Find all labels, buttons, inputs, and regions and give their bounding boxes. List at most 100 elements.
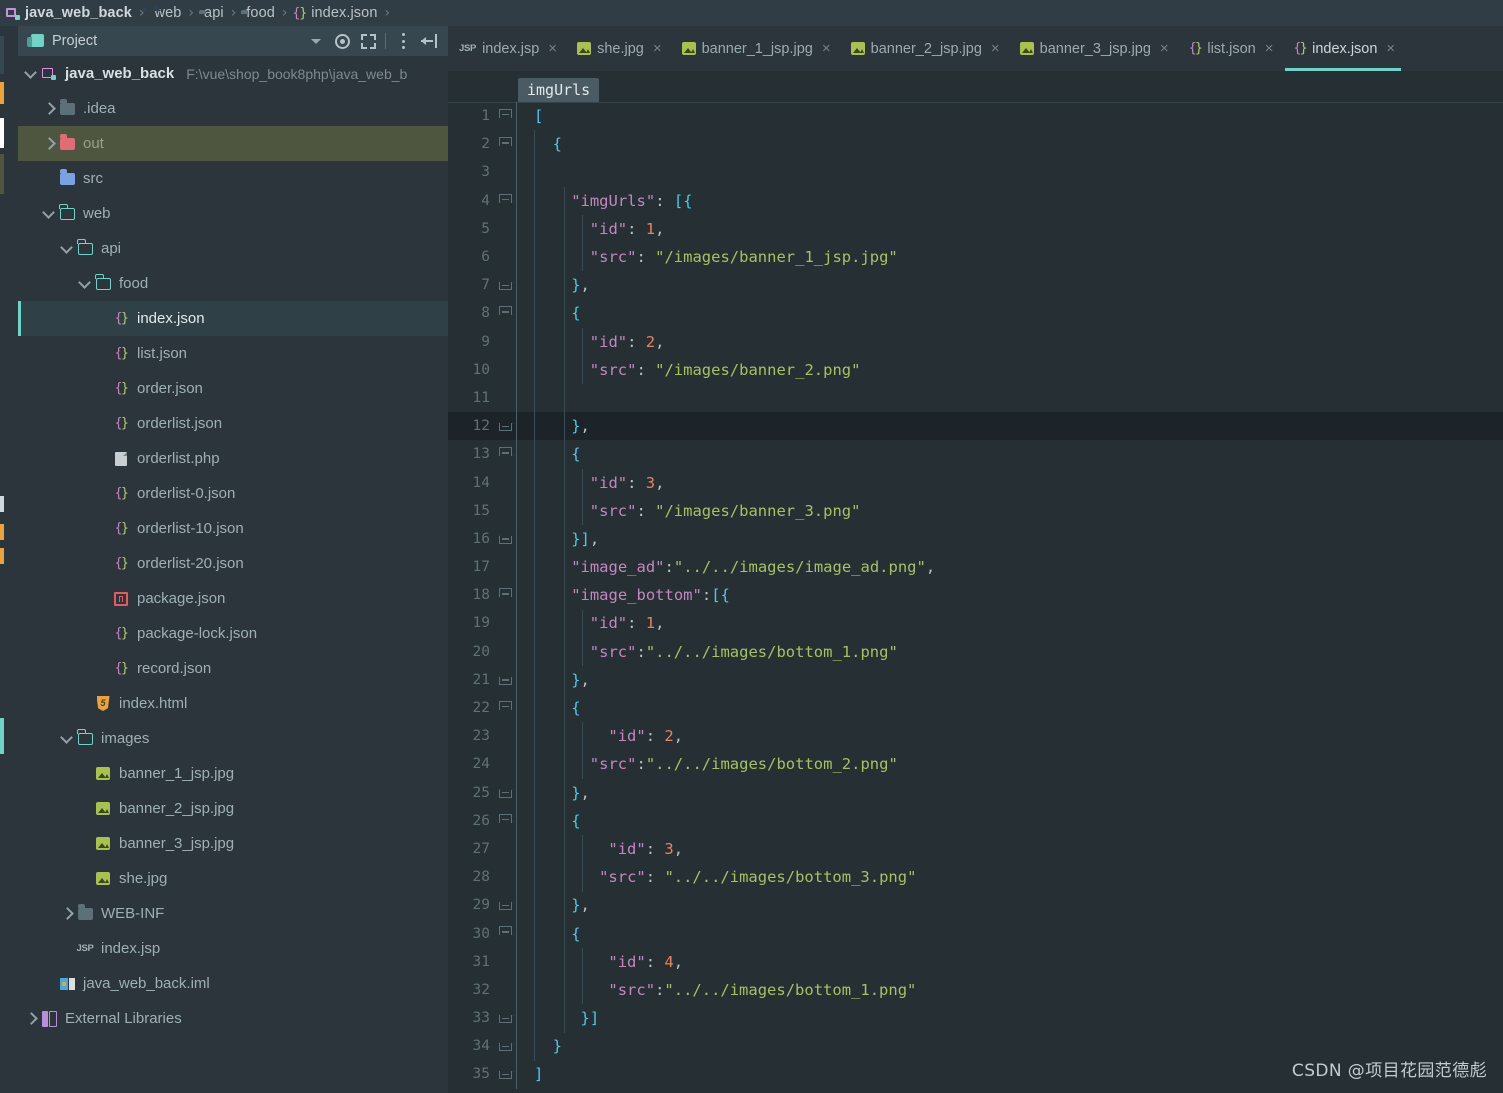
tree-item-index-html[interactable]: 5 index.html	[18, 686, 448, 721]
code-line[interactable]: 8{	[448, 299, 1503, 327]
locate-target-icon[interactable]	[329, 28, 355, 54]
editor-tab-bar[interactable]: JSP index.jsp × she.jpg × banner_1_jsp.jpg × ba…	[448, 26, 1503, 71]
tree-item-package-json[interactable]: package.json	[18, 581, 448, 616]
fold-end-icon[interactable]	[499, 786, 512, 799]
chevron-right-icon[interactable]	[42, 102, 56, 116]
code-line[interactable]: 18 "image_bottom":[{	[448, 581, 1503, 609]
code-line[interactable]: 1[	[448, 102, 1503, 130]
tree-item-index-jsp[interactable]: JSP index.jsp	[18, 931, 448, 966]
code-line[interactable]: 11	[448, 384, 1503, 412]
fold-collapse-icon[interactable]	[499, 700, 512, 714]
code-line[interactable]: 17 "image_ad":"../../images/image_ad.png"…	[448, 553, 1503, 581]
hide-panel-icon[interactable]	[416, 28, 442, 54]
breadcrumb-item-java-web-back[interactable]: java_web_back	[6, 0, 132, 26]
code-lines[interactable]: 1[2{3 4 "imgUrls": [{5 "id": 1, 6 "src": "/im…	[448, 102, 1503, 1089]
fold-collapse-icon[interactable]	[499, 588, 512, 601]
chevron-right-icon[interactable]	[60, 907, 74, 921]
more-options-icon[interactable]	[390, 28, 416, 54]
code-line[interactable]: 33}]	[448, 1004, 1503, 1032]
code-line[interactable]: 25},	[448, 779, 1503, 807]
breadcrumb-item-index-json[interactable]: {} index.json	[293, 0, 378, 26]
chevron-down-icon[interactable]	[42, 207, 56, 221]
tree-item-java-web-back-iml[interactable]: java_web_back.iml	[18, 966, 448, 1001]
tree-item-she-jpg[interactable]: she.jpg	[18, 861, 448, 896]
chevron-down-icon[interactable]	[60, 732, 74, 746]
tree-item-web[interactable]: web	[18, 196, 448, 231]
editor-tab-index-json[interactable]: {} index.json ×	[1282, 26, 1404, 71]
project-tree[interactable]: java_web_back F:\vue\shop_book8php\java_w…	[18, 56, 448, 1036]
close-icon[interactable]: ×	[991, 41, 1000, 56]
fold-end-icon[interactable]	[499, 1039, 512, 1052]
breadcrumb-item-api[interactable]: api	[199, 0, 224, 26]
code-line[interactable]: 16}],	[448, 525, 1503, 553]
close-icon[interactable]: ×	[548, 41, 557, 56]
code-line[interactable]: 7},	[448, 271, 1503, 299]
fold-end-icon[interactable]	[499, 419, 512, 432]
fold-collapse-icon[interactable]	[499, 306, 512, 319]
code-line[interactable]: 12},	[448, 412, 1503, 441]
chevron-down-icon[interactable]	[24, 67, 38, 81]
tree-item--idea[interactable]: .idea	[18, 91, 448, 126]
fold-end-icon[interactable]	[499, 1011, 512, 1024]
close-icon[interactable]: ×	[1265, 41, 1274, 56]
tree-item-out[interactable]: out	[18, 126, 448, 161]
fold-end-icon[interactable]	[499, 673, 512, 686]
code-line[interactable]: 23 "id": 2,	[448, 722, 1503, 750]
code-line[interactable]: 4 "imgUrls": [{	[448, 187, 1503, 215]
tree-item-banner-3-jsp-jpg[interactable]: banner_3_jsp.jpg	[18, 826, 448, 861]
tree-item-orderlist-0-json[interactable]: {} orderlist-0.json	[18, 476, 448, 511]
tree-item-banner-2-jsp-jpg[interactable]: banner_2_jsp.jpg	[18, 791, 448, 826]
collapse-all-icon[interactable]	[355, 28, 381, 54]
chevron-down-icon[interactable]	[60, 242, 74, 256]
code-line[interactable]: 5 "id": 1,	[448, 215, 1503, 243]
code-line[interactable]: 30 {	[448, 919, 1503, 947]
close-icon[interactable]: ×	[822, 41, 831, 56]
fold-collapse-icon[interactable]	[499, 193, 512, 207]
close-icon[interactable]: ×	[653, 41, 662, 56]
fold-end-icon[interactable]	[499, 532, 512, 545]
tree-item-external-libraries[interactable]: External Libraries	[18, 1001, 448, 1036]
code-line[interactable]: 15 "src": "/images/banner_3.png"	[448, 497, 1503, 525]
fold-end-icon[interactable]	[499, 1067, 512, 1080]
code-editor[interactable]: imgUrls 1[2{3 4 "imgUrls": [{5 "id": 1, 6 "sr…	[448, 71, 1503, 1093]
editor-tab-list-json[interactable]: {} list.json ×	[1178, 26, 1283, 71]
code-line[interactable]: 21},	[448, 666, 1503, 694]
fold-collapse-icon[interactable]	[499, 447, 512, 460]
code-line[interactable]: 3	[448, 158, 1503, 186]
tree-item-images[interactable]: images	[18, 721, 448, 756]
code-line[interactable]: 28 "src": "../../images/bottom_3.png"	[448, 863, 1503, 891]
code-line[interactable]: 10 "src": "/images/banner_2.png"	[448, 356, 1503, 384]
breadcrumb-item-food[interactable]: food	[241, 0, 275, 26]
editor-tab-banner-2-jsp-jpg[interactable]: banner_2_jsp.jpg ×	[840, 26, 1009, 71]
editor-tab-she-jpg[interactable]: she.jpg ×	[566, 26, 671, 71]
tree-item-record-json[interactable]: {} record.json	[18, 651, 448, 686]
chevron-right-icon[interactable]	[24, 1012, 38, 1026]
tree-item-food[interactable]: food	[18, 266, 448, 301]
editor-tab-banner-3-jsp-jpg[interactable]: banner_3_jsp.jpg ×	[1009, 26, 1178, 71]
tree-item-banner-1-jsp-jpg[interactable]: banner_1_jsp.jpg	[18, 756, 448, 791]
code-line[interactable]: 2{	[448, 130, 1503, 158]
code-line[interactable]: 27 "id": 3,	[448, 835, 1503, 863]
tree-item-orderlist-php[interactable]: orderlist.php	[18, 441, 448, 476]
tool-window-edge-strip[interactable]	[0, 26, 9, 1093]
chevron-right-icon[interactable]	[42, 137, 56, 151]
code-line[interactable]: 24 "src":"../../images/bottom_2.png"	[448, 750, 1503, 778]
chevron-down-icon[interactable]	[303, 28, 329, 54]
fold-collapse-icon[interactable]	[499, 137, 512, 150]
code-line[interactable]: 26 {	[448, 807, 1503, 835]
tree-item-web-inf[interactable]: WEB-INF	[18, 896, 448, 931]
tree-item-api[interactable]: api	[18, 231, 448, 266]
tree-item-orderlist-20-json[interactable]: {} orderlist-20.json	[18, 546, 448, 581]
breadcrumb-item-web[interactable]: web	[150, 0, 182, 26]
tree-item-list-json[interactable]: {} list.json	[18, 336, 448, 371]
tree-item-index-json[interactable]: {} index.json	[18, 301, 448, 336]
fold-collapse-icon[interactable]	[499, 813, 512, 827]
structure-breadcrumb-chip[interactable]: imgUrls	[518, 78, 600, 103]
fold-collapse-icon[interactable]	[499, 926, 512, 939]
code-line[interactable]: 14 "id": 3,	[448, 468, 1503, 496]
code-line[interactable]: 22 {	[448, 694, 1503, 722]
chevron-down-icon[interactable]	[78, 277, 92, 291]
editor-tab-banner-1-jsp-jpg[interactable]: banner_1_jsp.jpg ×	[671, 26, 840, 71]
tree-item-java-web-back[interactable]: java_web_back F:\vue\shop_book8php\java_w…	[18, 56, 448, 91]
fold-collapse-icon[interactable]	[499, 109, 512, 122]
